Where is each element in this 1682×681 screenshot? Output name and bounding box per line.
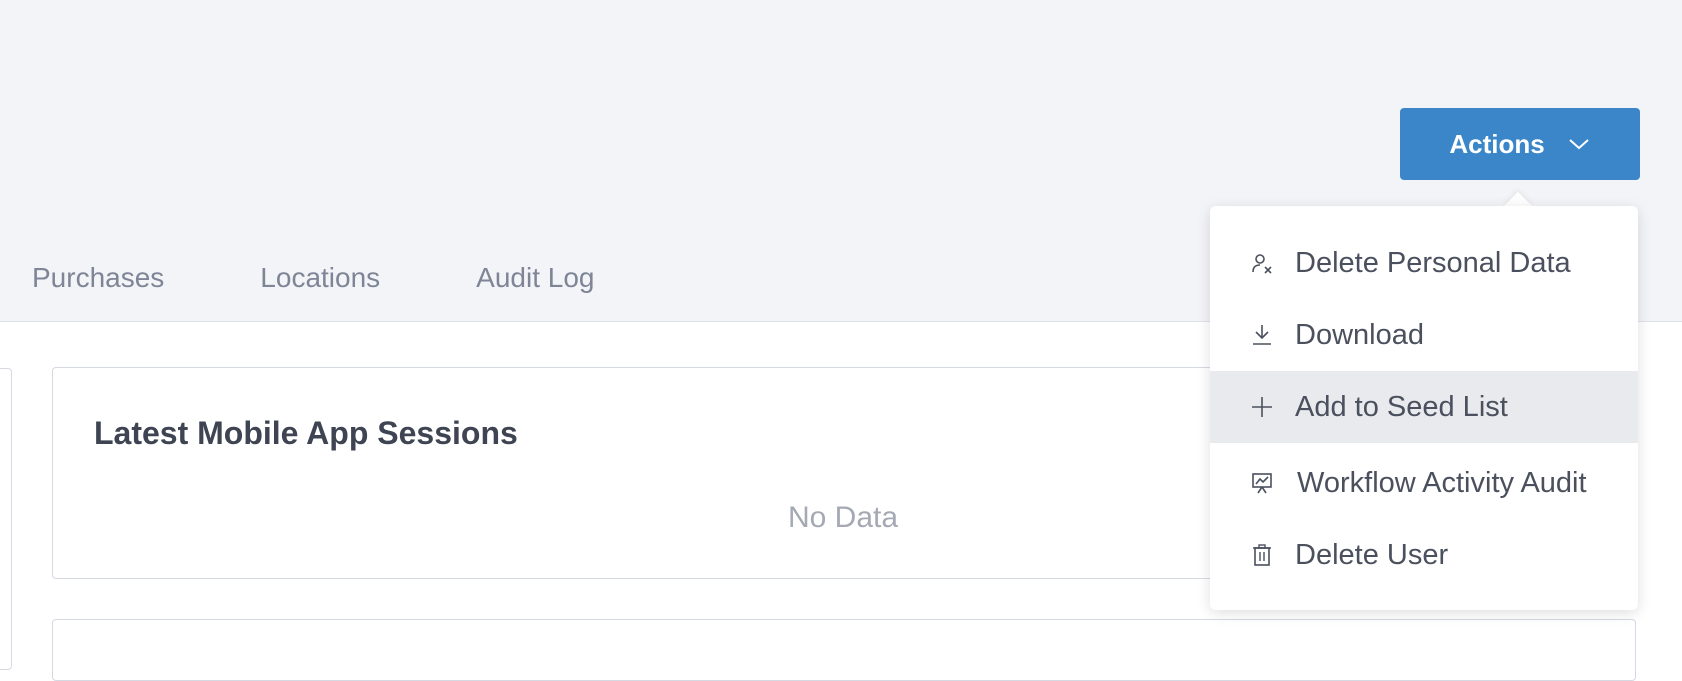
trash-icon [1253,544,1271,566]
card-title: Latest Mobile App Sessions [94,415,518,451]
tab-purchases[interactable]: Purchases [32,262,164,294]
plus-icon [1252,397,1272,417]
download-icon [1253,325,1271,345]
menu-item-label: Delete User [1295,538,1449,571]
empty-state: No Data [788,501,899,534]
menu-item-delete-user[interactable]: Delete User [1210,519,1638,591]
presentation-chart-icon [1252,473,1272,494]
tab-bar: Purchases Locations Audit Log [32,262,691,294]
menu-item-label: Workflow Activity Audit [1297,466,1587,499]
actions-button-label: Actions [1449,128,1545,159]
secondary-card [52,619,1636,681]
menu-item-label: Add to Seed List [1295,390,1508,423]
menu-item-label: Delete Personal Data [1295,246,1571,279]
menu-item-workflow-activity-audit[interactable]: Workflow Activity Audit [1210,447,1638,519]
menu-item-add-to-seed-list[interactable]: Add to Seed List [1210,371,1638,443]
menu-item-label: Download [1295,318,1424,351]
chevron-down-icon [1569,139,1589,150]
user-remove-icon [1252,254,1272,274]
menu-item-download[interactable]: Download [1210,299,1638,371]
actions-dropdown-menu: Delete Personal Data Download Add to See… [1210,206,1638,610]
tab-audit-log[interactable]: Audit Log [476,262,594,294]
tab-locations[interactable]: Locations [260,262,380,294]
actions-button[interactable]: Actions [1400,108,1640,180]
menu-item-delete-personal-data[interactable]: Delete Personal Data [1210,227,1638,299]
mobile-sessions-card: Latest Mobile App Sessions No Data [52,367,1304,579]
left-panel [0,368,12,670]
